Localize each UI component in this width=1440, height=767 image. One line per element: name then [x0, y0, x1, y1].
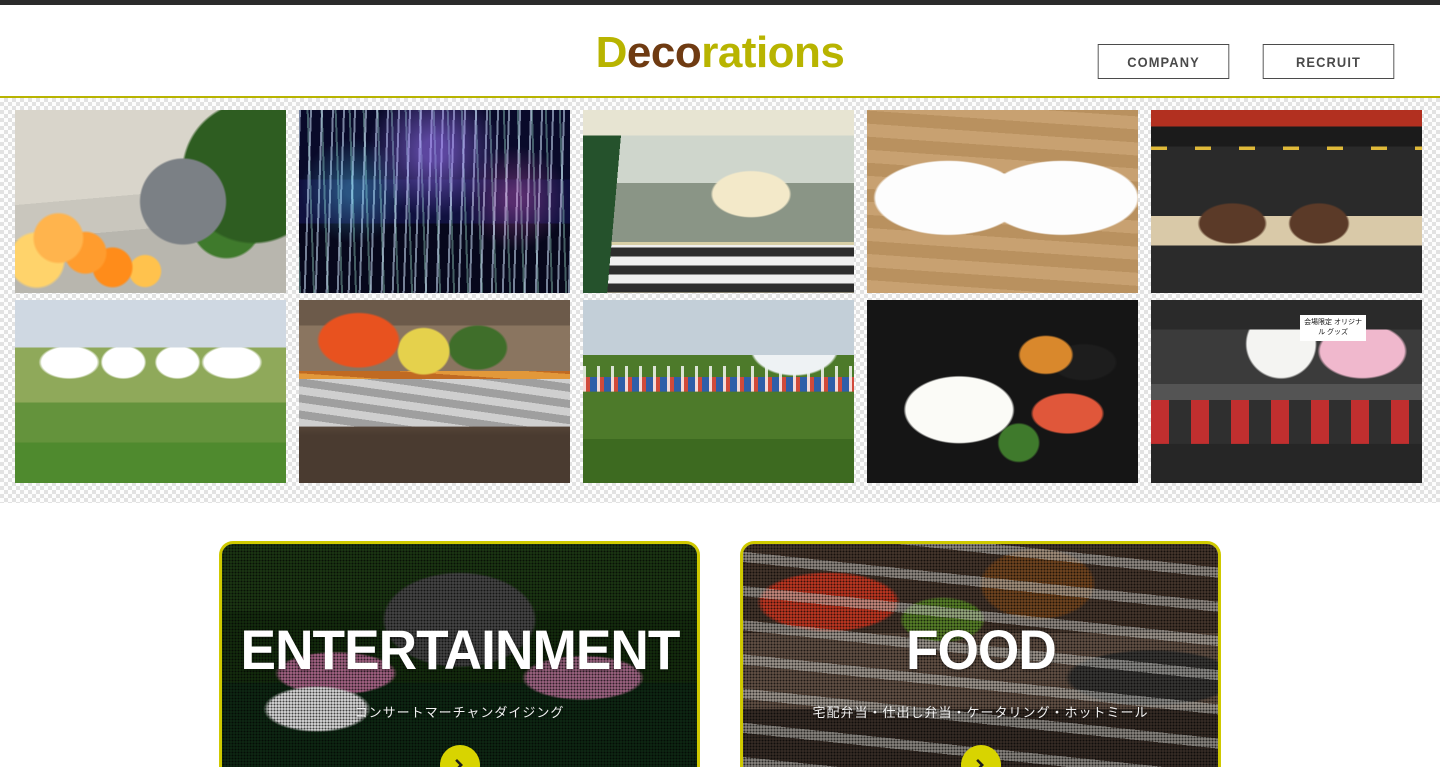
gallery-item-6[interactable]	[15, 300, 286, 483]
category-card-entertainment[interactable]: ENTERTAINMENT コンサートマーチャンダイジング	[219, 541, 700, 767]
gallery-goods-badge: 会場限定 オリジナル グッズ	[1300, 314, 1367, 341]
gallery-image-catering	[15, 110, 286, 293]
nav-recruit-button[interactable]: RECRUIT	[1262, 44, 1395, 79]
chevron-right-icon	[454, 759, 463, 767]
main-nav: COMPANY RECRUIT	[1092, 44, 1400, 79]
chevron-right-icon	[975, 759, 984, 767]
gallery-item-5[interactable]	[1151, 110, 1422, 293]
food-title: FOOD	[905, 618, 1057, 681]
gallery-image-concert	[299, 110, 570, 293]
gallery-item-8[interactable]	[583, 300, 854, 483]
gallery-image-tshirt	[867, 110, 1138, 293]
gallery-item-3[interactable]	[583, 110, 854, 293]
gallery-image-tent	[15, 300, 286, 483]
photo-gallery: 会場限定 オリジナル グッズ	[0, 98, 1440, 503]
gallery-image-booth	[1151, 110, 1422, 293]
gallery-item-9[interactable]	[867, 300, 1138, 483]
entertainment-subtitle: コンサートマーチャンダイジング	[354, 706, 565, 721]
gallery-image-buffet	[299, 300, 570, 483]
gallery-image-goods	[1151, 300, 1422, 483]
gallery-item-2[interactable]	[299, 110, 570, 293]
food-subtitle: 宅配弁当・仕出し弁当・ケータリング・ホットミール	[812, 706, 1149, 721]
gallery-item-4[interactable]	[867, 110, 1138, 293]
gallery-image-bento	[867, 300, 1138, 483]
logo-part-3: rations	[701, 28, 845, 77]
category-card-food[interactable]: FOOD 宅配弁当・仕出し弁当・ケータリング・ホットミール	[740, 541, 1221, 767]
nav-company-button[interactable]: COMPANY	[1097, 44, 1230, 79]
gallery-item-7[interactable]	[299, 300, 570, 483]
gallery-image-shop	[583, 110, 854, 293]
logo-part-1: D	[595, 28, 628, 77]
gallery-image-festival	[583, 300, 854, 483]
entertainment-title: ENTERTAINMENT	[240, 618, 680, 681]
gallery-item-10[interactable]: 会場限定 オリジナル グッズ	[1151, 300, 1422, 483]
gallery-item-1[interactable]	[15, 110, 286, 293]
category-cards: ENTERTAINMENT コンサートマーチャンダイジング FOOD 宅配弁当・…	[0, 503, 1440, 767]
logo-part-2: eco	[626, 28, 702, 77]
entertainment-content: ENTERTAINMENT コンサートマーチャンダイジング	[222, 544, 697, 767]
gallery-grid: 会場限定 オリジナル グッズ	[0, 110, 1440, 483]
food-content: FOOD 宅配弁当・仕出し弁当・ケータリング・ホットミール	[743, 544, 1218, 767]
site-header: Decorations COMPANY RECRUIT	[0, 5, 1440, 98]
